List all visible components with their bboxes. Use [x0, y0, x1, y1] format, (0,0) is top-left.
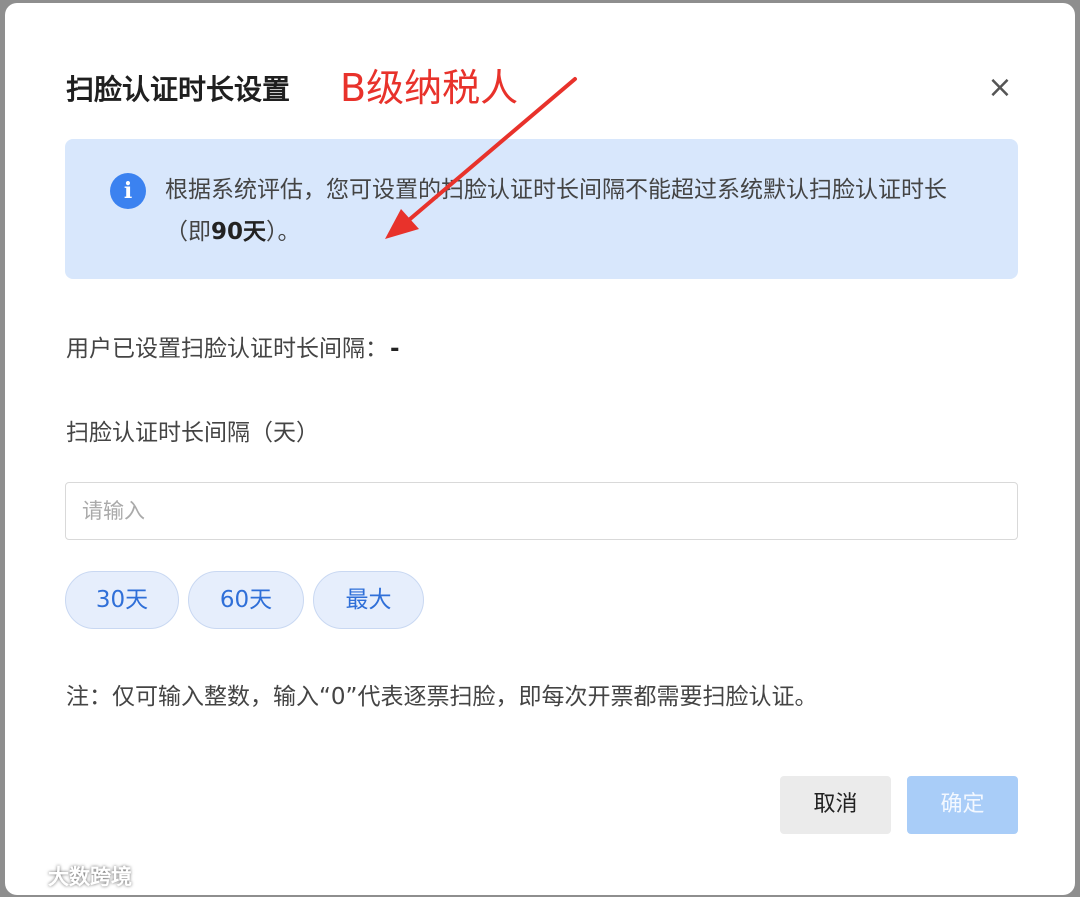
- confirm-button[interactable]: 确定: [907, 776, 1018, 834]
- current-interval-label: 用户已设置扫脸认证时长间隔：: [66, 336, 388, 362]
- watermark-logo-icon: [8, 866, 40, 886]
- info-text-highlight: 90天: [211, 219, 267, 245]
- preset-30-days-button[interactable]: 30天: [65, 571, 179, 629]
- info-alert: i 根据系统评估，您可设置的扫脸认证时长间隔不能超过系统默认扫脸认证时长（即90…: [65, 139, 1018, 279]
- current-interval-row: 用户已设置扫脸认证时长间隔：-: [66, 329, 400, 369]
- annotation-label: B级纳税人: [340, 66, 519, 110]
- dialog-title: 扫脸认证时长设置: [66, 73, 291, 106]
- preset-60-days-button[interactable]: 60天: [188, 571, 304, 629]
- info-icon: i: [110, 173, 146, 209]
- interval-input[interactable]: [65, 482, 1018, 540]
- interval-field-label: 扫脸认证时长间隔（天）: [66, 420, 319, 446]
- info-text-after: ）。: [266, 219, 301, 245]
- preset-max-button[interactable]: 最大: [313, 571, 424, 629]
- watermark-text: 大数跨境: [48, 865, 132, 889]
- info-text: 根据系统评估，您可设置的扫脸认证时长间隔不能超过系统默认扫脸认证时长（即90天）…: [165, 169, 985, 253]
- watermark: 大数跨境: [8, 861, 132, 891]
- close-icon[interactable]: ×: [983, 71, 1017, 105]
- face-auth-duration-dialog: 扫脸认证时长设置 B级纳税人 × i 根据系统评估，您可设置的扫脸认证时长间隔不…: [5, 3, 1075, 895]
- current-interval-value: -: [390, 336, 400, 362]
- cancel-button[interactable]: 取消: [780, 776, 891, 834]
- note-text: 注：仅可输入整数，输入“0”代表逐票扫脸，即每次开票都需要扫脸认证。: [66, 684, 818, 710]
